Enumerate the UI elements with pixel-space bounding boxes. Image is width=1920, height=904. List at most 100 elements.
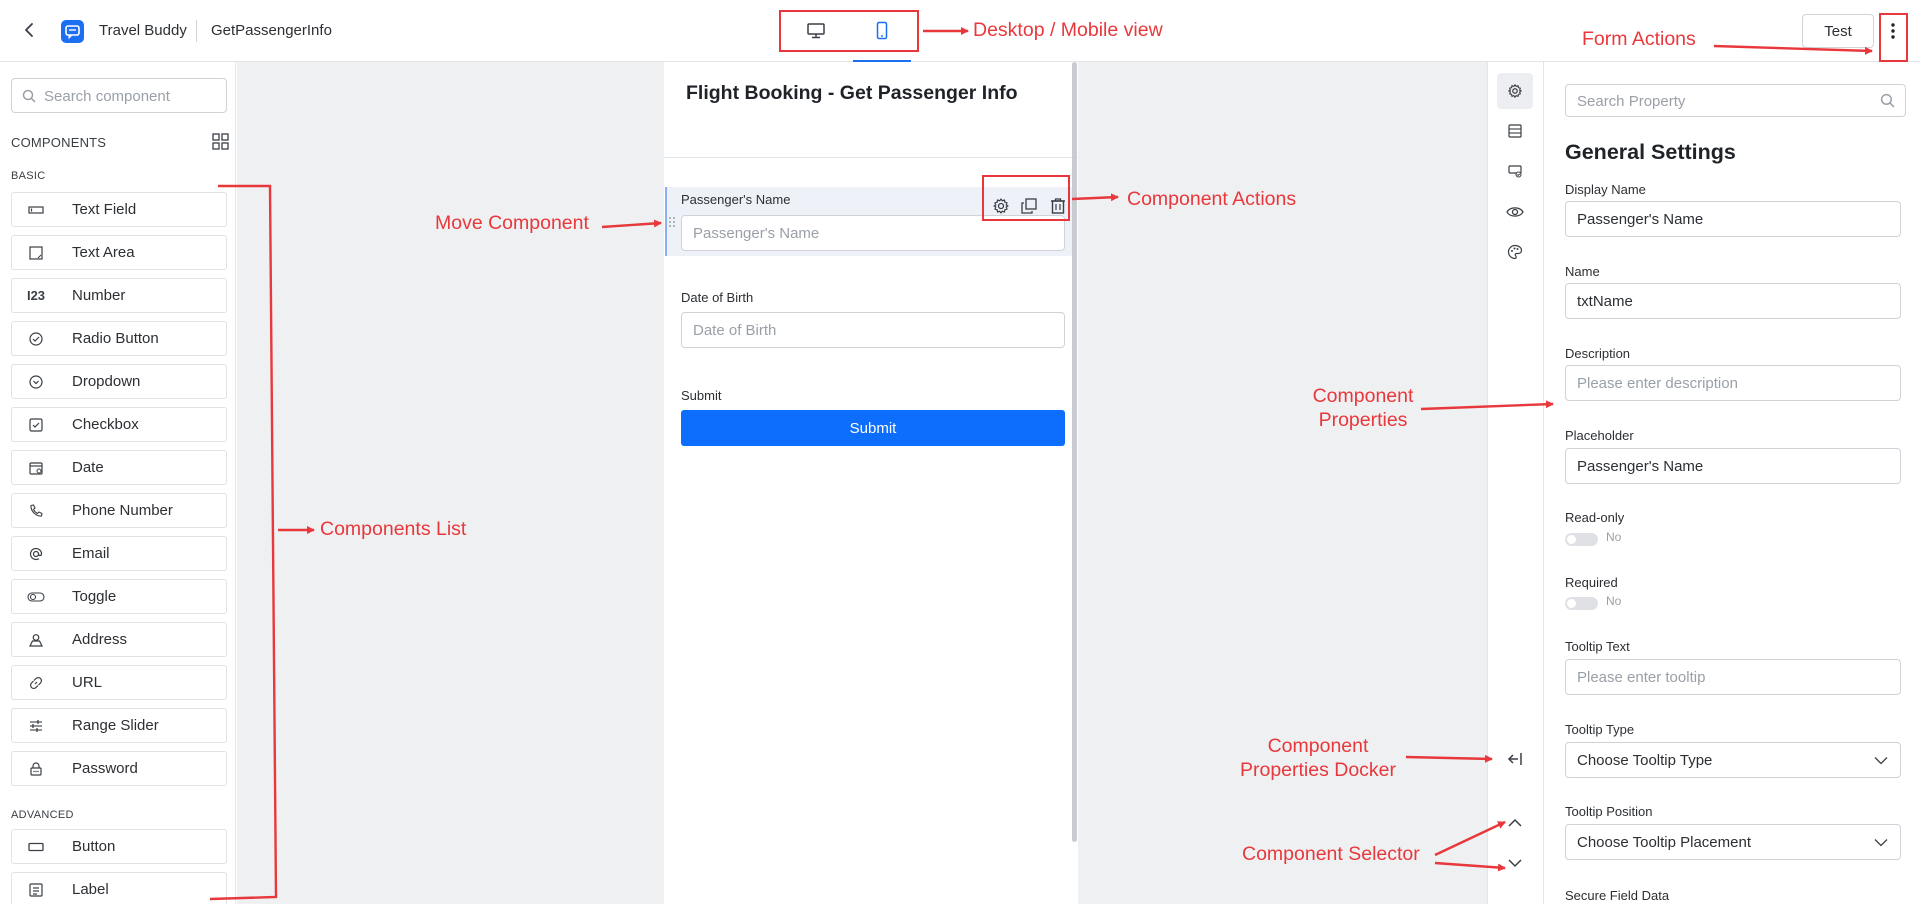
duplicate-icon[interactable] xyxy=(1018,195,1040,217)
drag-handle-icon[interactable] xyxy=(668,216,676,228)
component-label: Label xyxy=(72,881,109,898)
view-toggle xyxy=(783,12,915,62)
back-arrow-icon[interactable] xyxy=(18,19,40,41)
component-email[interactable]: Email xyxy=(11,536,227,571)
select-previous-component-button[interactable] xyxy=(1497,805,1533,841)
component-label: Password xyxy=(72,760,138,777)
required-toggle[interactable] xyxy=(1565,597,1598,610)
sliders-icon xyxy=(24,718,48,734)
components-header: COMPONENTS xyxy=(11,135,107,150)
component-radio-button[interactable]: Radio Button xyxy=(11,321,227,356)
tooltip-position-label: Tooltip Position xyxy=(1565,804,1653,819)
readonly-toggle[interactable] xyxy=(1565,533,1598,546)
component-dropdown[interactable]: Dropdown xyxy=(11,364,227,399)
component-button[interactable]: Button xyxy=(11,829,227,864)
component-url[interactable]: URL xyxy=(11,665,227,700)
component-range-slider[interactable]: Range Slider xyxy=(11,708,227,743)
tooltip-type-label: Tooltip Type xyxy=(1565,722,1635,737)
desktop-view-button[interactable] xyxy=(783,12,849,50)
name-label: Name xyxy=(1565,264,1600,279)
link-icon xyxy=(24,675,48,691)
general-settings-tab[interactable] xyxy=(1497,73,1533,109)
mobile-icon xyxy=(876,21,888,40)
tooltip-position-value: Choose Tooltip Placement xyxy=(1577,834,1751,851)
calendar-icon xyxy=(24,460,48,476)
annotation-move-component: Move Component xyxy=(435,212,589,234)
validation-settings-tab[interactable] xyxy=(1497,153,1533,189)
placeholder-label: Placeholder xyxy=(1565,428,1634,443)
component-label: Dropdown xyxy=(72,373,141,390)
basic-section-label: BASIC xyxy=(11,170,46,182)
submit-button[interactable]: Submit xyxy=(681,410,1065,446)
passenger-name-input[interactable] xyxy=(681,215,1065,251)
canvas-scrollbar[interactable] xyxy=(1072,62,1077,842)
description-input[interactable] xyxy=(1565,365,1901,401)
component-label: Text Field xyxy=(72,201,137,218)
mobile-view-button[interactable] xyxy=(849,12,915,62)
checkbox-icon xyxy=(24,417,48,433)
display-name-label: Display Name xyxy=(1565,182,1646,197)
tooltip-position-select[interactable]: Choose Tooltip Placement xyxy=(1565,824,1901,860)
select-next-component-button[interactable] xyxy=(1497,845,1533,881)
tooltip-text-label: Tooltip Text xyxy=(1565,639,1630,654)
annotation-view: Desktop / Mobile view xyxy=(973,19,1163,41)
submit-label: Submit xyxy=(681,388,722,403)
number-icon: I23 xyxy=(26,288,46,303)
properties-panel: General Settings Display Name Name Descr… xyxy=(1543,62,1920,904)
visibility-settings-tab[interactable] xyxy=(1497,194,1533,230)
component-number[interactable]: I23 Number xyxy=(11,278,227,313)
app-name[interactable]: Travel Buddy xyxy=(99,22,187,39)
component-phone-number[interactable]: Phone Number xyxy=(11,493,227,528)
text-area-icon xyxy=(24,245,48,260)
annotation-docker-1: Component xyxy=(1267,735,1369,757)
phone-icon xyxy=(24,503,48,519)
readonly-label: Read-only xyxy=(1565,510,1625,525)
component-password[interactable]: Password xyxy=(11,751,227,786)
search-component-input[interactable] xyxy=(44,85,219,107)
form-title: Flight Booking - Get Passenger Info xyxy=(686,82,1018,104)
annotation-component-selector: Component Selector xyxy=(1242,843,1420,865)
component-date[interactable]: Date xyxy=(11,450,227,485)
general-settings-title: General Settings xyxy=(1565,140,1736,164)
form-title-divider xyxy=(664,157,1078,158)
component-label: Radio Button xyxy=(72,330,159,347)
component-label-item[interactable]: Label xyxy=(11,872,227,904)
display-name-input[interactable] xyxy=(1565,201,1901,237)
component-text-area[interactable]: Text Area xyxy=(11,235,227,270)
annotation-form-actions: Form Actions xyxy=(1582,28,1696,50)
component-label: Number xyxy=(72,287,126,304)
tooltip-type-select[interactable]: Choose Tooltip Type xyxy=(1565,742,1901,778)
tooltip-text-input[interactable] xyxy=(1565,659,1901,695)
annotation-components-list: Components List xyxy=(320,518,467,540)
date-of-birth-input[interactable] xyxy=(681,312,1065,348)
name-input[interactable] xyxy=(1565,283,1901,319)
label-icon xyxy=(24,882,48,898)
form-name: GetPassengerInfo xyxy=(211,22,332,39)
tooltip-type-value: Choose Tooltip Type xyxy=(1577,752,1713,769)
settings-icon[interactable] xyxy=(990,195,1012,217)
data-settings-tab[interactable] xyxy=(1497,113,1533,149)
description-label: Description xyxy=(1565,346,1631,361)
search-icon xyxy=(1880,93,1895,108)
component-address[interactable]: Address xyxy=(11,622,227,657)
more-vertical-icon[interactable] xyxy=(1880,16,1906,46)
at-icon xyxy=(24,546,48,562)
grid-view-icon[interactable] xyxy=(212,133,229,150)
annotation-component-properties-2: Properties xyxy=(1318,409,1408,431)
readonly-toggle-text: No xyxy=(1606,530,1622,544)
search-property-input[interactable] xyxy=(1577,91,1867,111)
component-toggle[interactable]: Toggle xyxy=(11,579,227,614)
component-checkbox[interactable]: Checkbox xyxy=(11,407,227,442)
style-settings-tab[interactable] xyxy=(1497,234,1533,270)
button-icon xyxy=(24,841,48,853)
annotation-docker-2: Properties Docker xyxy=(1239,759,1397,781)
placeholder-input[interactable] xyxy=(1565,448,1901,484)
properties-docker-button[interactable] xyxy=(1497,741,1533,777)
test-button[interactable]: Test xyxy=(1802,14,1874,48)
component-text-field[interactable]: Text Field xyxy=(11,192,227,227)
toggle-icon xyxy=(24,591,48,603)
radio-icon xyxy=(24,331,48,347)
property-icon-bar xyxy=(1487,62,1542,904)
database-table-icon xyxy=(1508,124,1522,138)
trash-icon[interactable] xyxy=(1047,195,1069,217)
